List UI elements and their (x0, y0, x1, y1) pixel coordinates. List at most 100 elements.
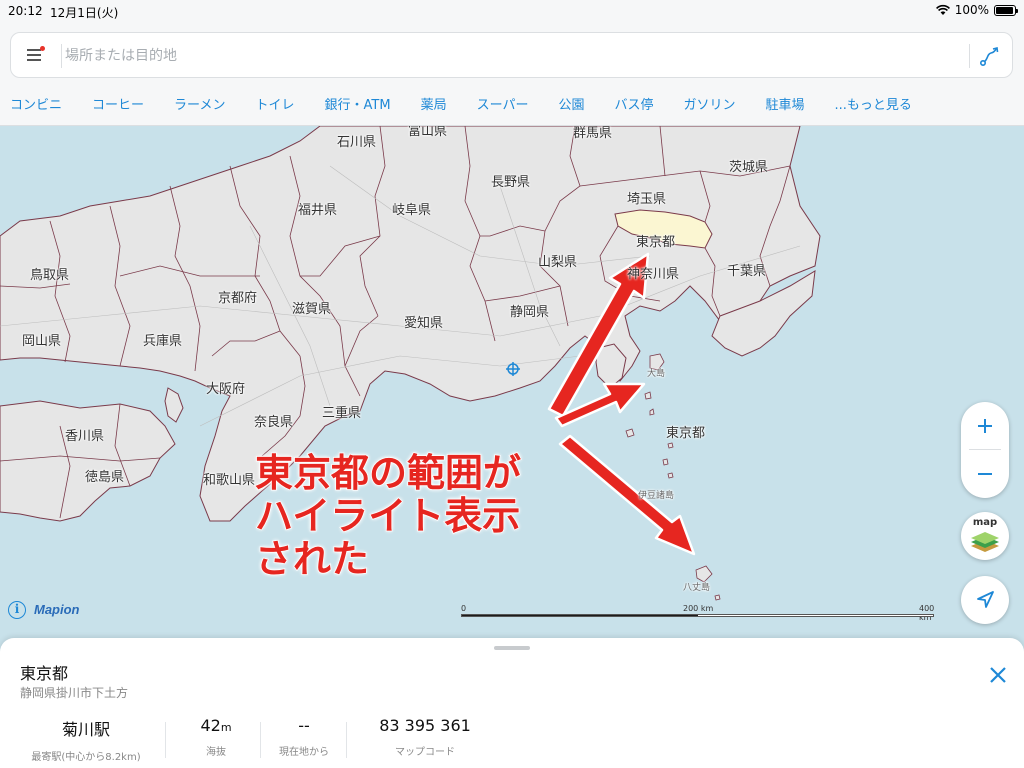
stat-label: 海抜 (206, 747, 226, 758)
info-icon[interactable]: i (8, 601, 26, 619)
brand-logo: Mapion (34, 602, 80, 617)
stat-value: 83 395 361 (350, 716, 500, 735)
category-chip[interactable]: コーヒー (92, 94, 144, 114)
scale-label-start: 0 (461, 604, 467, 613)
stat-separator (165, 722, 166, 758)
label-tokushima: 徳島県 (85, 470, 125, 485)
current-location-button[interactable] (961, 576, 1009, 624)
label-shizuoka: 静岡県 (510, 305, 550, 320)
stat-item: -- 現在地から (266, 716, 342, 758)
plus-icon (978, 419, 992, 433)
status-time: 20:12 (8, 4, 43, 18)
scale-line (461, 614, 934, 617)
stat-separator (346, 722, 347, 758)
wifi-icon (935, 4, 950, 15)
annotation-line: された (254, 537, 370, 582)
zoom-in-button[interactable] (961, 402, 1009, 450)
scale-fill (462, 615, 698, 616)
status-date: 12月1日(火) (50, 6, 119, 20)
stat-unit: m (220, 721, 232, 734)
category-chip[interactable]: 駐車場 (766, 94, 805, 114)
label-kanagawa: 神奈川県 (627, 267, 680, 282)
stat-value-text: 83 395 361 (379, 716, 471, 735)
label-kyoto: 京都府 (218, 291, 258, 306)
category-chip[interactable]: 公園 (558, 94, 584, 114)
stat-value: 42m (178, 716, 254, 735)
label-mie: 三重県 (322, 406, 362, 421)
category-chip[interactable]: ...もっと見る (835, 94, 912, 114)
stat-value: 菊川駅 (20, 716, 152, 740)
place-address: 静岡県掛川市下土方 (20, 686, 129, 700)
status-indicators: 100% (935, 3, 1018, 17)
category-chip[interactable]: ラーメン (174, 94, 225, 114)
category-chip[interactable]: バス停 (614, 94, 653, 114)
map-layer-button[interactable]: map (961, 512, 1009, 560)
label-osaka: 大阪府 (206, 382, 246, 397)
scale-bar: 0 200 km 400 km (461, 604, 934, 622)
label-gifu: 岐阜県 (392, 203, 432, 218)
stat-value-text: 42 (200, 716, 221, 735)
close-icon[interactable] (987, 664, 1009, 686)
layers-icon (971, 532, 999, 552)
label-hachijo: 八丈島 (683, 583, 711, 593)
category-bar: コンビニ コーヒー ラーメン トイレ 銀行・ATM 薬局 スーパー 公園 バス停 ガソリン 駐車場.… (10, 94, 912, 114)
label-okayama: 岡山県 (22, 334, 62, 349)
minus-icon (978, 473, 992, 475)
category-chip[interactable]: トイレ (256, 94, 295, 114)
label-oshima: 大島 (647, 369, 666, 379)
label-shiga: 滋賀県 (292, 302, 332, 317)
search-bar (10, 32, 1013, 78)
status-bar: 20:12 12月1日(火) 100% (0, 0, 1024, 22)
stat-label: 現在地から (279, 747, 329, 758)
label-nara: 奈良県 (254, 415, 294, 430)
label-nagano: 長野県 (491, 175, 531, 190)
stat-value: -- (266, 716, 342, 735)
stat-item: 42m 海抜 (178, 716, 254, 758)
stat-value-text: -- (298, 716, 310, 735)
label-fukui: 福井県 (298, 203, 338, 218)
place-title: 東京都 (20, 664, 69, 683)
label-tottori: 鳥取県 (30, 268, 70, 283)
category-chip[interactable]: ガソリン (684, 94, 736, 114)
label-tokyo[interactable]: 東京都 (636, 231, 675, 250)
zoom-controls (961, 402, 1009, 498)
annotation-line: ハイライト表示 (254, 494, 521, 539)
stat-separator (260, 722, 261, 758)
label-ishikawa: 石川県 (337, 135, 377, 150)
label-toyama: 富山県 (408, 126, 448, 139)
scale-label-mid: 200 km (683, 604, 714, 613)
label-kagawa: 香川県 (65, 429, 105, 444)
battery-icon (994, 4, 1018, 16)
category-chip[interactable]: コンビニ (10, 94, 62, 114)
route-icon[interactable] (978, 44, 1002, 68)
label-chiba: 千葉県 (727, 264, 767, 279)
sheet-drag-handle[interactable] (494, 646, 530, 650)
stat-label: 最寄駅(中心から8.2km) (31, 752, 141, 763)
annotation-text: 東京都の範囲が ハイライト表示 された (254, 451, 522, 582)
annotation-line: 東京都の範囲が (254, 451, 522, 496)
category-chip[interactable]: 薬局 (421, 94, 447, 114)
notification-dot (40, 46, 45, 51)
top-panel: コンビニ コーヒー ラーメン トイレ 銀行・ATM 薬局 スーパー 公園 バス停 ガソリン 駐車場.… (0, 22, 1024, 126)
stat-label: マップコード (395, 747, 455, 758)
stat-item: 菊川駅最寄駅(中心から8.2km) (20, 716, 152, 763)
search-input[interactable] (63, 41, 947, 71)
label-izu-islands: 伊豆諸島 (638, 491, 675, 501)
scale-label-end: 400 km (919, 604, 935, 622)
label-yamanashi: 山梨県 (538, 255, 578, 270)
label-ibaraki: 茨城県 (729, 160, 769, 175)
label-tokyo-islands: 東京都 (666, 426, 706, 441)
place-stats: 菊川駅最寄駅(中心から8.2km) 42m 海抜 -- 現在地から 83 395 361 マ… (0, 716, 520, 766)
stat-item: 83 395 361 マップコード (350, 716, 500, 758)
category-chip[interactable]: スーパー (477, 94, 529, 114)
label-hyogo: 兵庫県 (143, 334, 183, 349)
label-wakayama: 和歌山県 (203, 473, 256, 488)
menu-button[interactable] (25, 45, 45, 65)
zoom-out-button[interactable] (961, 450, 1009, 498)
label-aichi: 愛知県 (404, 316, 444, 331)
place-detail-sheet: 東京都 静岡県掛川市下土方 菊川駅最寄駅(中心から8.2km) 42m 海抜 -- 現在… (0, 638, 1024, 768)
stat-value-text: 菊川駅 (61, 720, 110, 739)
category-chip[interactable]: 銀行・ATM (325, 94, 391, 114)
label-gunma: 群馬県 (573, 126, 613, 141)
battery-percent: 100% (954, 3, 989, 17)
